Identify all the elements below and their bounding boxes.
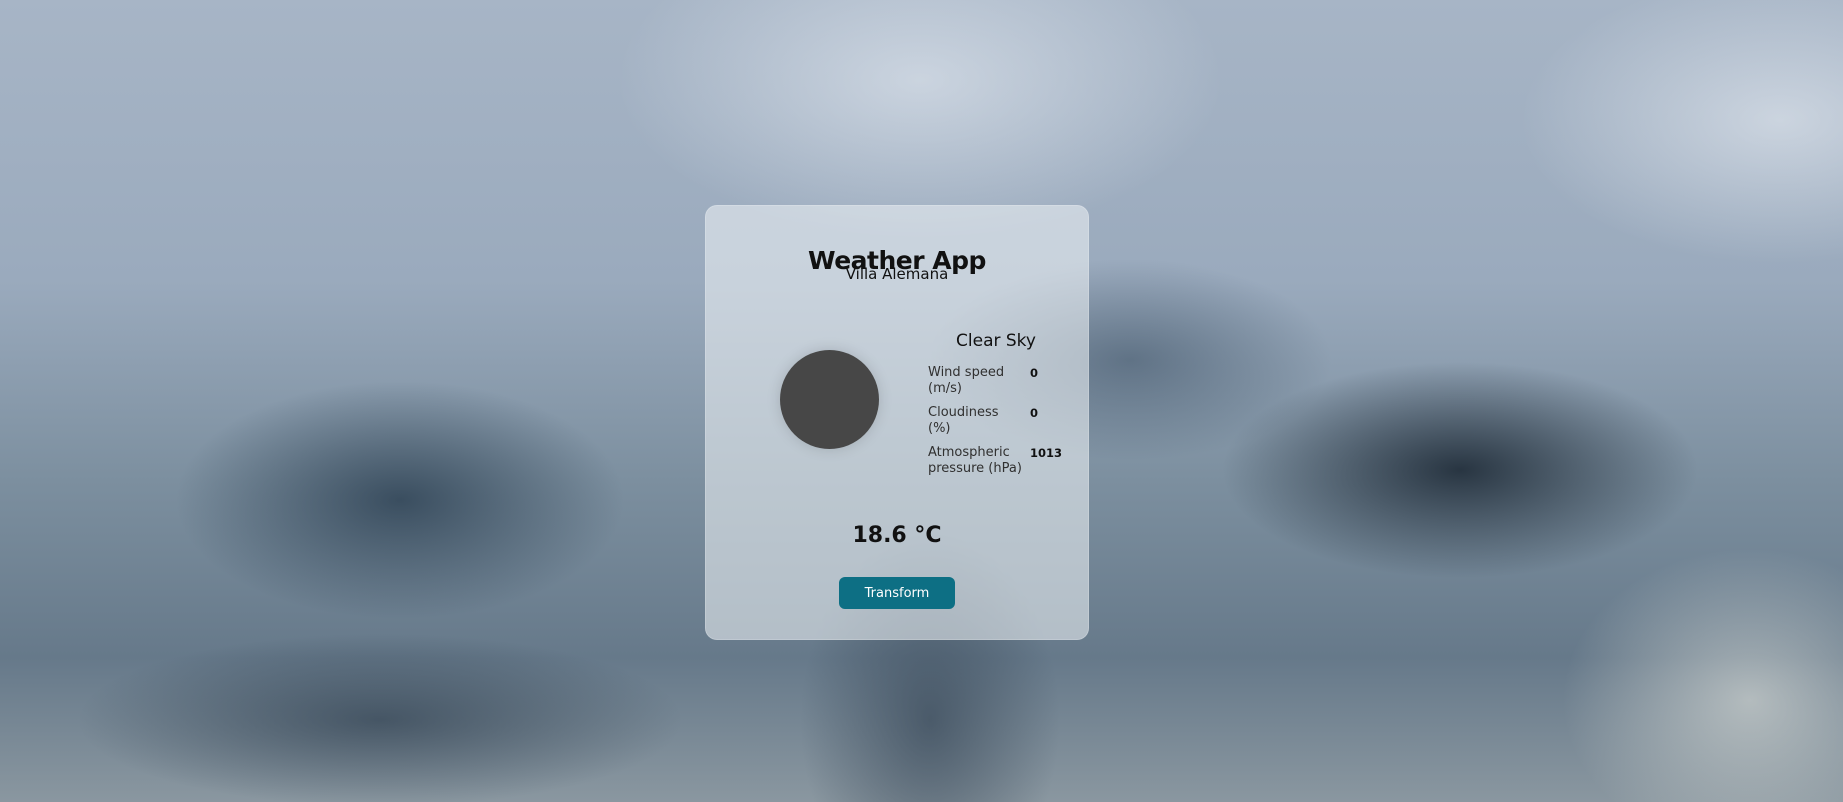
weather-circle-icon [780, 350, 879, 449]
city-name: Villa Alemana [845, 265, 949, 283]
weather-stats: Wind speed (m/s) 0 Cloudiness (%) 0 Atmo… [928, 365, 1078, 485]
transform-button[interactable]: Transform [839, 577, 955, 609]
wind-speed-label: Wind speed (m/s) [928, 365, 1005, 396]
cloudiness-value: 0 [1030, 406, 1039, 420]
cloudiness-row: Cloudiness (%) 0 [928, 405, 1078, 437]
wind-speed-value: 0 [1030, 366, 1039, 380]
weather-description: Clear Sky [956, 331, 1036, 351]
pressure-value: 1013 [1030, 446, 1063, 460]
wind-speed-row: Wind speed (m/s) 0 [928, 365, 1078, 397]
weather-card: Weather App Villa Alemana Clear Sky Wind… [705, 205, 1089, 640]
pressure-row: Atmospheric pressure (hPa) 1013 [928, 445, 1078, 477]
temperature-value: 18.6 °C [852, 523, 942, 548]
cloudiness-label: Cloudiness (%) [928, 405, 999, 436]
pressure-label: Atmospheric pressure (hPa) [928, 445, 1022, 476]
